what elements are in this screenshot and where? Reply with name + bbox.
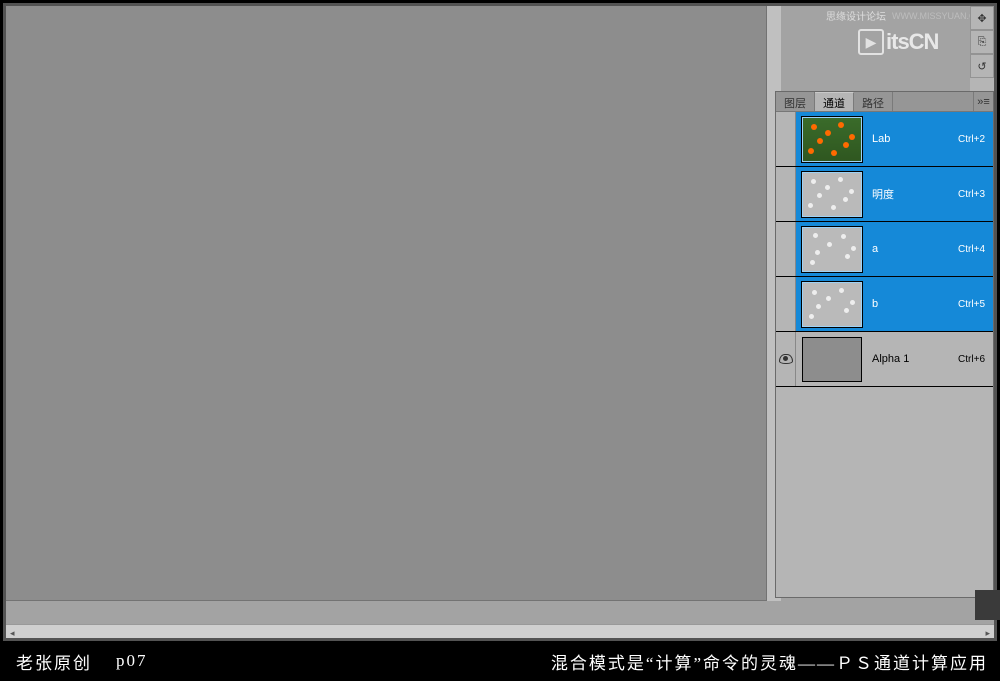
status-bar: ◂ ▸	[6, 624, 994, 638]
visibility-toggle[interactable]	[776, 112, 796, 166]
channels-panel: 图层 通道 路径 »≡ Lab Ctrl+2	[775, 91, 994, 598]
caption-page: p07	[116, 651, 148, 671]
channel-shortcut: Ctrl+5	[958, 299, 985, 310]
canvas-area[interactable]	[6, 6, 767, 601]
tool-slice-icon[interactable]: ⎘	[970, 30, 994, 54]
channel-row[interactable]: 明度 Ctrl+3	[776, 167, 993, 222]
watermark-top: 思缘设计论坛 WWW.MISSYUAN.COM	[826, 8, 990, 23]
channel-name: a	[868, 243, 958, 255]
tab-paths[interactable]: 路径	[854, 92, 893, 111]
right-toolstrip: ✥ ⎘ ↺	[970, 6, 994, 91]
channel-shortcut: Ctrl+2	[958, 134, 985, 145]
channel-thumbnail	[802, 172, 862, 217]
channel-row[interactable]: Lab Ctrl+2	[776, 112, 993, 167]
channel-shortcut: Ctrl+6	[958, 354, 985, 365]
visibility-toggle[interactable]	[776, 332, 796, 386]
caption-bar: 老张原创 p07 混合模式是“计算”命令的灵魂——ＰＳ通道计算应用	[0, 641, 1000, 681]
eye-icon	[779, 354, 793, 364]
channel-name: b	[868, 298, 958, 310]
watermark-logo-text: itsCN	[886, 29, 938, 55]
channel-row[interactable]: Alpha 1 Ctrl+6	[776, 332, 993, 387]
caption-author: 老张原创	[16, 649, 92, 674]
app-frame: 思缘设计论坛 WWW.MISSYUAN.COM ▶ itsCN ✥ ⎘ ↺ 图层…	[6, 6, 994, 638]
tool-rotate-icon[interactable]: ↺	[970, 54, 994, 78]
visibility-toggle[interactable]	[776, 222, 796, 276]
panel-empty-area	[776, 387, 993, 597]
visibility-toggle[interactable]	[776, 277, 796, 331]
channel-shortcut: Ctrl+4	[958, 244, 985, 255]
channel-thumbnail	[802, 117, 862, 162]
channel-thumbnail	[802, 337, 862, 382]
channel-thumbnail	[802, 282, 862, 327]
play-icon: ▶	[858, 29, 884, 55]
caption-text: 混合模式是“计算”命令的灵魂——ＰＳ通道计算应用	[551, 649, 988, 674]
status-right-icon: ▸	[985, 628, 990, 639]
tab-layers[interactable]: 图层	[776, 92, 815, 111]
status-left-icon: ◂	[10, 628, 15, 639]
channel-shortcut: Ctrl+3	[958, 189, 985, 200]
channel-name: Alpha 1	[868, 353, 958, 365]
watermark-logo: ▶ itsCN	[858, 28, 968, 56]
channel-name: Lab	[868, 133, 958, 145]
channel-list: Lab Ctrl+2 明度 Ctrl+3	[776, 112, 993, 387]
channel-name: 明度	[868, 186, 958, 202]
right-dark-strip	[975, 590, 1000, 620]
panel-tabs: 图层 通道 路径 »≡	[776, 92, 993, 112]
watermark-site-cn: 思缘设计论坛	[826, 8, 886, 23]
channel-row[interactable]: a Ctrl+4	[776, 222, 993, 277]
panel-menu-icon[interactable]: »≡	[973, 92, 993, 111]
channel-row[interactable]: b Ctrl+5	[776, 277, 993, 332]
tool-move-icon[interactable]: ✥	[970, 6, 994, 30]
visibility-toggle[interactable]	[776, 167, 796, 221]
tab-channels[interactable]: 通道	[815, 92, 854, 111]
channel-thumbnail	[802, 227, 862, 272]
